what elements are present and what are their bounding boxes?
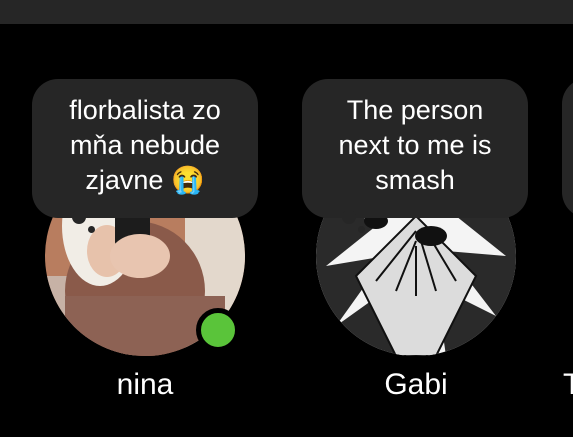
- next-story-username[interactable]: T: [563, 368, 573, 402]
- note-line: florbalista zo: [69, 95, 221, 125]
- note-bubble[interactable]: The person next to me is smash: [302, 79, 528, 218]
- note-line: smash: [375, 165, 455, 195]
- note-tail: [342, 210, 356, 224]
- note-tail: [72, 210, 86, 224]
- note-line: mňa nebude: [69, 130, 221, 160]
- online-status-dot: [196, 308, 240, 352]
- note-line: zjavne 😭: [85, 165, 205, 195]
- story-username: Gabi: [384, 368, 448, 401]
- note-tail-dot: [358, 226, 365, 233]
- note-tail-dot: [88, 226, 95, 233]
- story-item-gabi[interactable]: The person next to me is smash Gabi: [300, 0, 530, 437]
- note-bubble[interactable]: florbalista zo mňa nebude zjavne 😭: [32, 79, 258, 218]
- note-line: next to me is: [338, 130, 492, 160]
- next-note-bubble[interactable]: [562, 78, 573, 218]
- story-username: nina: [116, 368, 174, 401]
- story-item-nina[interactable]: florbalista zo mňa nebude zjavne 😭 nina: [30, 0, 260, 437]
- note-line: The person: [346, 95, 484, 125]
